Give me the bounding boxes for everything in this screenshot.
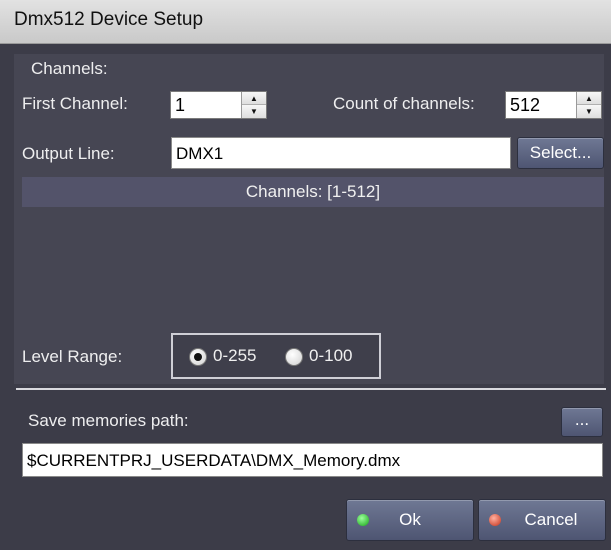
window-title: Dmx512 Device Setup <box>14 9 204 30</box>
channels-section-label: Channels: <box>31 59 108 78</box>
radio-0-255-label[interactable]: 0-255 <box>213 346 256 366</box>
separator <box>16 388 606 390</box>
ok-button-label: Ok <box>399 510 421 529</box>
spin-down-icon[interactable]: ▼ <box>577 105 601 118</box>
memories-path-value: $CURRENTPRJ_USERDATA\DMX_Memory.dmx <box>27 451 401 470</box>
spin-up-icon[interactable]: ▲ <box>242 92 266 105</box>
count-channels-label: Count of channels: <box>333 94 475 113</box>
count-channels-spin-buttons: ▲ ▼ <box>576 92 601 118</box>
radio-0-100-label[interactable]: 0-100 <box>309 346 352 366</box>
cancel-button[interactable]: Cancel <box>478 499 606 541</box>
title-bar[interactable]: Dmx512 Device Setup <box>0 0 611 44</box>
count-channels-spinner[interactable]: 512 ▲ ▼ <box>505 91 602 119</box>
radio-0-255[interactable] <box>189 348 207 366</box>
radio-0-100[interactable] <box>285 348 303 366</box>
first-channel-spinner[interactable]: 1 ▲ ▼ <box>170 91 267 119</box>
first-channel-value[interactable]: 1 <box>175 95 185 116</box>
first-channel-label: First Channel: <box>22 94 128 113</box>
level-range-group: 0-255 0-100 <box>171 333 381 379</box>
channels-range-bar: Channels: [1-512] <box>22 177 604 207</box>
browse-button[interactable]: ... <box>561 407 603 437</box>
cancel-button-label: Cancel <box>524 510 578 529</box>
ok-button[interactable]: Ok <box>346 499 474 541</box>
channels-range-text: Channels: [1-512] <box>245 182 381 201</box>
output-line-field[interactable]: DMX1 <box>171 137 511 169</box>
output-line-label: Output Line: <box>22 144 115 163</box>
memories-path-field[interactable]: $CURRENTPRJ_USERDATA\DMX_Memory.dmx <box>22 443 603 477</box>
spin-down-icon[interactable]: ▼ <box>242 105 266 118</box>
select-button[interactable]: Select... <box>517 137 604 169</box>
spin-up-icon[interactable]: ▲ <box>577 92 601 105</box>
level-range-label: Level Range: <box>22 347 123 366</box>
count-channels-value[interactable]: 512 <box>510 95 540 116</box>
memories-path-label: Save memories path: <box>28 411 189 430</box>
first-channel-spin-buttons: ▲ ▼ <box>241 92 266 118</box>
output-line-value: DMX1 <box>176 144 224 163</box>
